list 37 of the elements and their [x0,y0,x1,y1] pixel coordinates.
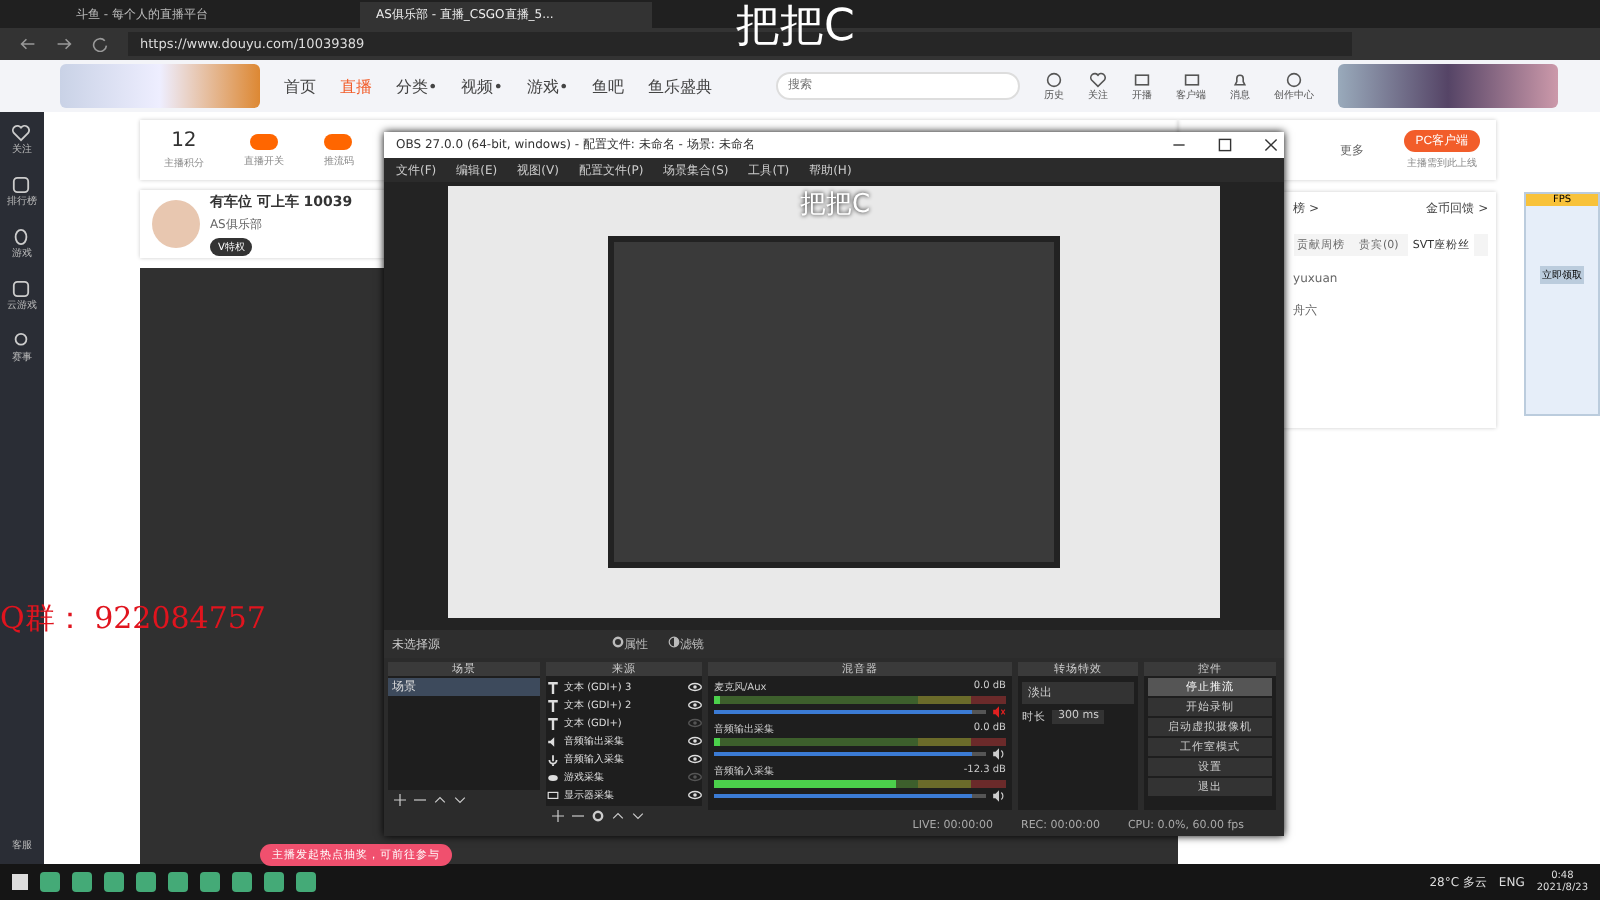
text-icon [546,681,560,693]
nav-link[interactable]: 鱼吧 [592,75,625,97]
remove-icon[interactable] [572,810,584,822]
stat-icon[interactable] [324,133,353,149]
forward-icon[interactable] [56,36,72,52]
down-icon[interactable] [454,794,466,806]
monitor-icon [546,789,560,801]
heart-icon[interactable] [1090,71,1107,87]
speaker-icon [546,735,560,747]
text-icon [546,717,560,729]
speaker-icon[interactable] [992,790,1006,802]
nav-link[interactable]: 分类• [396,75,438,97]
event-banner[interactable] [1338,64,1559,108]
start-icon[interactable] [12,874,28,890]
add-icon[interactable] [394,794,406,806]
gamepad-icon [546,771,560,783]
down-icon[interactable] [632,810,644,822]
stat-icon[interactable] [249,133,278,149]
filter-icon [668,635,680,647]
refresh-icon[interactable] [92,36,108,52]
monitor-icon[interactable] [1183,71,1200,87]
up-icon[interactable] [612,810,624,822]
avatar-silhouette [151,200,200,248]
nav-link[interactable]: 游戏• [526,75,569,97]
bell-icon[interactable] [1232,71,1249,87]
nav-link[interactable]: 视频• [461,75,503,97]
remove-icon[interactable] [414,794,426,806]
stat-value: 12 [171,130,197,152]
nav-link[interactable]: 鱼乐盛典 [648,75,713,97]
mic-icon [546,753,560,765]
add-icon[interactable] [552,810,564,822]
nav-link[interactable]: 首页 [284,75,316,97]
text-icon [546,699,560,711]
back-icon[interactable] [20,36,36,52]
preview-overlay-text: 把把C [800,188,871,222]
up-icon[interactable] [434,794,446,806]
speaker-icon[interactable] [992,748,1006,760]
